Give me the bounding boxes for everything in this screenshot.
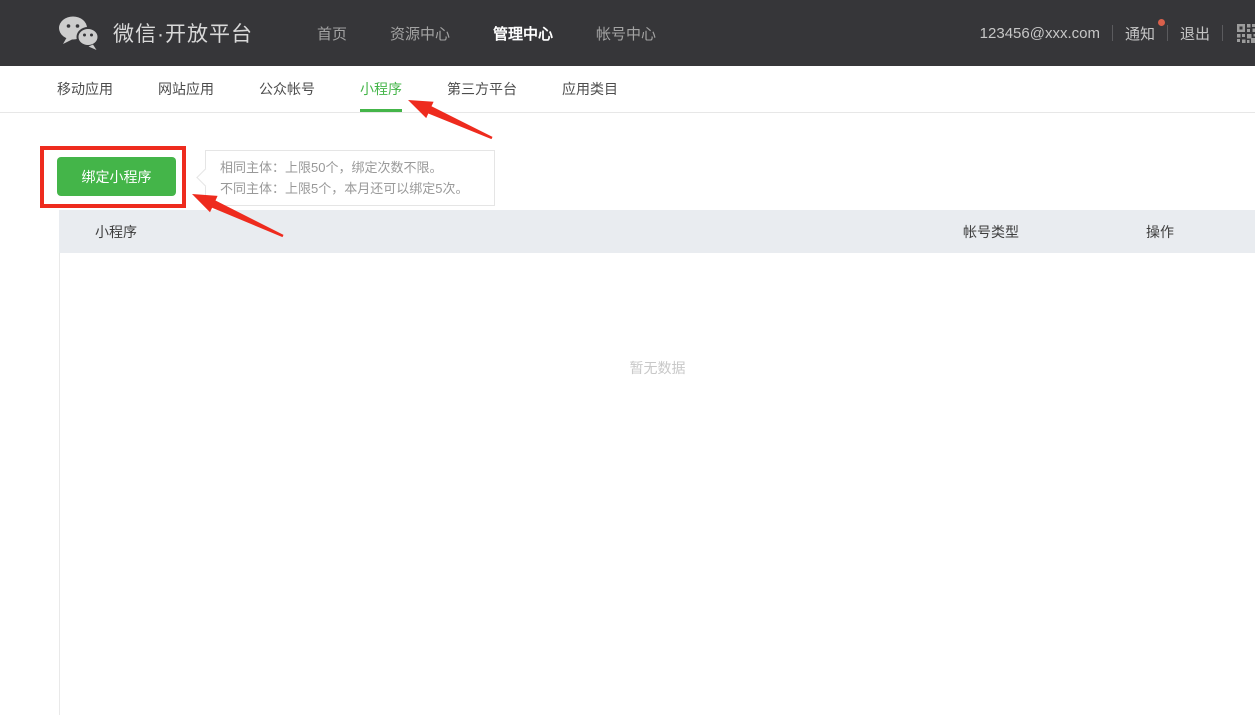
top-header: 微信·开放平台 首页 资源中心 管理中心 帐号中心 123456@xxx.com… (0, 0, 1255, 66)
wechat-logo-icon (58, 15, 100, 51)
miniprogram-table: 小程序 帐号类型 操作 暂无数据 (59, 210, 1255, 715)
qr-code-icon[interactable] (1235, 22, 1255, 44)
tab-mobile-app[interactable]: 移动应用 (57, 66, 113, 112)
tab-third-party-platform[interactable]: 第三方平台 (447, 66, 517, 112)
sub-nav: 移动应用 网站应用 公众帐号 小程序 第三方平台 应用类目 (0, 66, 1255, 113)
account-area: 123456@xxx.com 通知 退出 (980, 22, 1255, 44)
tab-official-account[interactable]: 公众帐号 (259, 66, 315, 112)
tab-miniprogram[interactable]: 小程序 (360, 66, 402, 112)
nav-item-resources[interactable]: 资源中心 (390, 23, 450, 44)
tooltip-line-same-subject: 相同主体：上限50个，绑定次数不限。 (220, 157, 494, 178)
tab-website-app[interactable]: 网站应用 (158, 66, 214, 112)
column-header-miniprogram: 小程序 (59, 222, 963, 242)
bind-limit-tooltip: 相同主体：上限50个，绑定次数不限。 不同主体：上限5个，本月还可以绑定5次。 (205, 150, 495, 206)
tooltip-line-different-subject: 不同主体：上限5个，本月还可以绑定5次。 (220, 178, 494, 199)
nav-item-management[interactable]: 管理中心 (493, 23, 553, 44)
column-header-account-type: 帐号类型 (963, 222, 1146, 242)
account-email: 123456@xxx.com (980, 25, 1100, 42)
divider (1112, 25, 1113, 41)
annotation-highlight-box (40, 146, 186, 208)
main-content: 绑定小程序 相同主体：上限50个，绑定次数不限。 不同主体：上限5个，本月还可以… (0, 113, 1255, 715)
empty-state-text: 暂无数据 (60, 253, 1255, 378)
main-nav: 首页 资源中心 管理中心 帐号中心 (317, 23, 656, 44)
column-header-action: 操作 (1146, 222, 1255, 242)
brand-title: 微信·开放平台 (113, 18, 253, 48)
notice-label: 通知 (1125, 26, 1155, 43)
table-body: 暂无数据 (59, 253, 1255, 715)
nav-item-account-center[interactable]: 帐号中心 (596, 23, 656, 44)
table-header-row: 小程序 帐号类型 操作 (59, 210, 1255, 253)
tab-app-category[interactable]: 应用类目 (562, 66, 618, 112)
notice-link[interactable]: 通知 (1125, 23, 1155, 44)
notice-badge-dot (1158, 19, 1165, 26)
divider (1222, 25, 1223, 41)
nav-item-home[interactable]: 首页 (317, 23, 347, 44)
divider (1167, 25, 1168, 41)
logout-link[interactable]: 退出 (1180, 23, 1210, 44)
